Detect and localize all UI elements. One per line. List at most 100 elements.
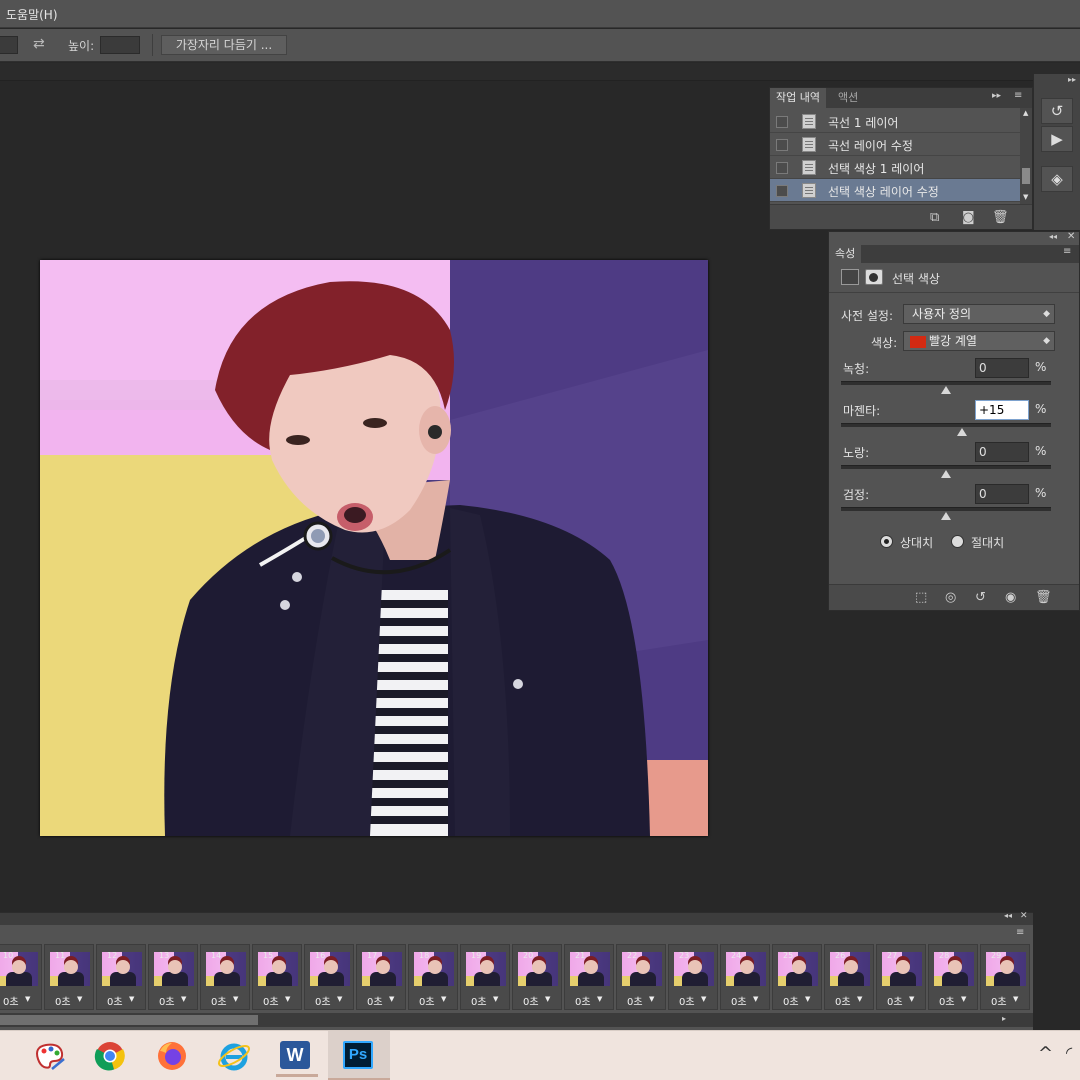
animation-frame[interactable]: 17 0초 ▼ [356, 944, 406, 1010]
frame-delay[interactable]: 0초 [263, 993, 279, 1008]
history-item[interactable]: 곡선 레이어 수정 [770, 133, 1020, 156]
chevron-down-icon[interactable]: ▼ [961, 995, 966, 1003]
magenta-field[interactable]: +15 [975, 400, 1029, 420]
frame-delay[interactable]: 0초 [523, 993, 539, 1008]
chevron-down-icon[interactable]: ▼ [649, 995, 654, 1003]
chevron-down-icon[interactable]: ▼ [909, 995, 914, 1003]
colors-select[interactable]: 빨강 계열 ◆ [903, 331, 1055, 351]
magenta-slider-thumb[interactable] [956, 428, 967, 436]
expand-icon[interactable]: ▸▸ [992, 91, 1001, 101]
frame-delay[interactable]: 0초 [783, 993, 799, 1008]
history-scrollbar[interactable]: ▲ ▼ [1020, 108, 1032, 204]
canvas-image[interactable] [40, 260, 708, 836]
animation-frame[interactable]: 26 0초 ▼ [824, 944, 874, 1010]
yellow-field[interactable]: 0 [975, 442, 1029, 462]
chevron-down-icon[interactable]: ▼ [233, 995, 238, 1003]
frame-delay[interactable]: 0초 [419, 993, 435, 1008]
frame-delay[interactable]: 0초 [835, 993, 851, 1008]
animation-frame[interactable]: 16 0초 ▼ [304, 944, 354, 1010]
refine-edge-button[interactable]: 가장자리 다듬기 ... [161, 35, 287, 55]
collapse-dock-icon[interactable]: ▸▸ [1068, 75, 1076, 84]
frame-delay[interactable]: 0초 [315, 993, 331, 1008]
animation-frame[interactable]: 12 0초 ▼ [96, 944, 146, 1010]
chevron-down-icon[interactable]: ▼ [389, 995, 394, 1003]
chevron-down-icon[interactable]: ▼ [129, 995, 134, 1003]
snapshot-camera-icon[interactable]: ◙ [962, 210, 975, 225]
animation-frame[interactable]: 25 0초 ▼ [772, 944, 822, 1010]
cyan-field[interactable]: 0 [975, 358, 1029, 378]
black-field[interactable]: 0 [975, 484, 1029, 504]
tab-actions[interactable]: 액션 [832, 88, 864, 108]
frame-delay[interactable]: 0초 [3, 993, 19, 1008]
chevron-down-icon[interactable]: ▼ [753, 995, 758, 1003]
network-icon[interactable]: ◜ [1066, 1043, 1072, 1062]
firefox-icon[interactable] [154, 1039, 190, 1073]
preset-select[interactable]: 사용자 정의 ◆ [903, 304, 1055, 324]
black-slider-thumb[interactable] [941, 512, 951, 520]
animation-frame[interactable]: 14 0초 ▼ [200, 944, 250, 1010]
tab-properties[interactable]: 속성 [829, 245, 862, 263]
animation-frame[interactable]: 24 0초 ▼ [720, 944, 770, 1010]
method-relative-radio[interactable] [880, 535, 893, 548]
panel-menu-icon[interactable]: ≡ [1063, 246, 1071, 257]
chevron-down-icon[interactable]: ▼ [805, 995, 810, 1003]
timeline-scrollbar[interactable]: ▸ [0, 1013, 1033, 1027]
panel-menu-icon[interactable]: ≡ [1016, 927, 1024, 938]
frame-delay[interactable]: 0초 [887, 993, 903, 1008]
chevron-down-icon[interactable]: ▼ [181, 995, 186, 1003]
reset-icon[interactable]: ↺ [975, 590, 986, 605]
yellow-slider[interactable] [841, 465, 1051, 478]
close-panel-icon[interactable]: ✕ [1067, 231, 1075, 242]
frame-delay[interactable]: 0초 [159, 993, 175, 1008]
frame-delay[interactable]: 0초 [107, 993, 123, 1008]
visibility-eye-icon[interactable]: ◉ [1005, 590, 1016, 605]
scroll-right-icon[interactable]: ▸ [1002, 1014, 1006, 1023]
animation-frame[interactable]: 21 0초 ▼ [564, 944, 614, 1010]
frame-delay[interactable]: 0초 [471, 993, 487, 1008]
chrome-icon[interactable] [92, 1039, 128, 1073]
animation-frame[interactable]: 22 0초 ▼ [616, 944, 666, 1010]
scrollbar-thumb[interactable] [0, 1015, 258, 1025]
history-item[interactable]: 선택 색상 1 레이어 [770, 156, 1020, 179]
black-slider[interactable] [841, 507, 1051, 520]
animation-frame[interactable]: 15 0초 ▼ [252, 944, 302, 1010]
chevron-down-icon[interactable]: ▼ [857, 995, 862, 1003]
paint-icon[interactable] [32, 1039, 68, 1073]
panel-menu-icon[interactable]: ≡ [1014, 90, 1022, 101]
tab-history[interactable]: 작업 내역 [770, 88, 826, 108]
frame-delay[interactable]: 0초 [627, 993, 643, 1008]
magenta-slider[interactable] [841, 423, 1051, 436]
close-panel-icon[interactable]: ✕ [1020, 911, 1028, 921]
history-snapshot-checkbox[interactable] [776, 139, 788, 151]
view-previous-state-icon[interactable]: ◎ [945, 590, 956, 605]
chevron-down-icon[interactable]: ▼ [1013, 995, 1018, 1003]
chevron-down-icon[interactable]: ▼ [701, 995, 706, 1003]
cyan-slider-thumb[interactable] [941, 386, 951, 394]
photoshop-taskbar-item[interactable]: Ps [328, 1031, 390, 1080]
word-taskbar-item[interactable]: W [276, 1035, 318, 1077]
history-item[interactable]: 곡선 1 레이어 [770, 110, 1020, 133]
new-document-from-state-icon[interactable]: ⧉ [930, 210, 939, 225]
chevron-down-icon[interactable]: ▼ [77, 995, 82, 1003]
chevron-down-icon[interactable]: ▼ [441, 995, 446, 1003]
chevron-down-icon[interactable]: ▼ [545, 995, 550, 1003]
animation-frame[interactable]: 10 0초 ▼ [0, 944, 42, 1010]
menu-help[interactable]: 도움말(H) [6, 6, 58, 23]
frame-delay[interactable]: 0초 [211, 993, 227, 1008]
frame-delay[interactable]: 0초 [939, 993, 955, 1008]
animation-frame[interactable]: 11 0초 ▼ [44, 944, 94, 1010]
internet-explorer-icon[interactable] [216, 1039, 252, 1073]
animation-frame[interactable]: 27 0초 ▼ [876, 944, 926, 1010]
animation-frame[interactable]: 13 0초 ▼ [148, 944, 198, 1010]
swap-dimensions-icon[interactable]: ⇄ [33, 36, 45, 52]
frame-delay[interactable]: 0초 [367, 993, 383, 1008]
animation-frame[interactable]: 18 0초 ▼ [408, 944, 458, 1010]
chevron-down-icon[interactable]: ▼ [597, 995, 602, 1003]
history-panel-icon[interactable]: ↺ [1041, 98, 1073, 124]
collapse-panel-icon[interactable]: ◂◂ [1049, 232, 1057, 241]
trash-icon[interactable]: 🗑 [1035, 590, 1052, 605]
frame-delay[interactable]: 0초 [731, 993, 747, 1008]
collapse-panel-icon[interactable]: ◂◂ [1004, 911, 1012, 920]
history-item-selected[interactable]: 선택 색상 레이어 수정 [770, 179, 1020, 202]
animation-frame[interactable]: 23 0초 ▼ [668, 944, 718, 1010]
